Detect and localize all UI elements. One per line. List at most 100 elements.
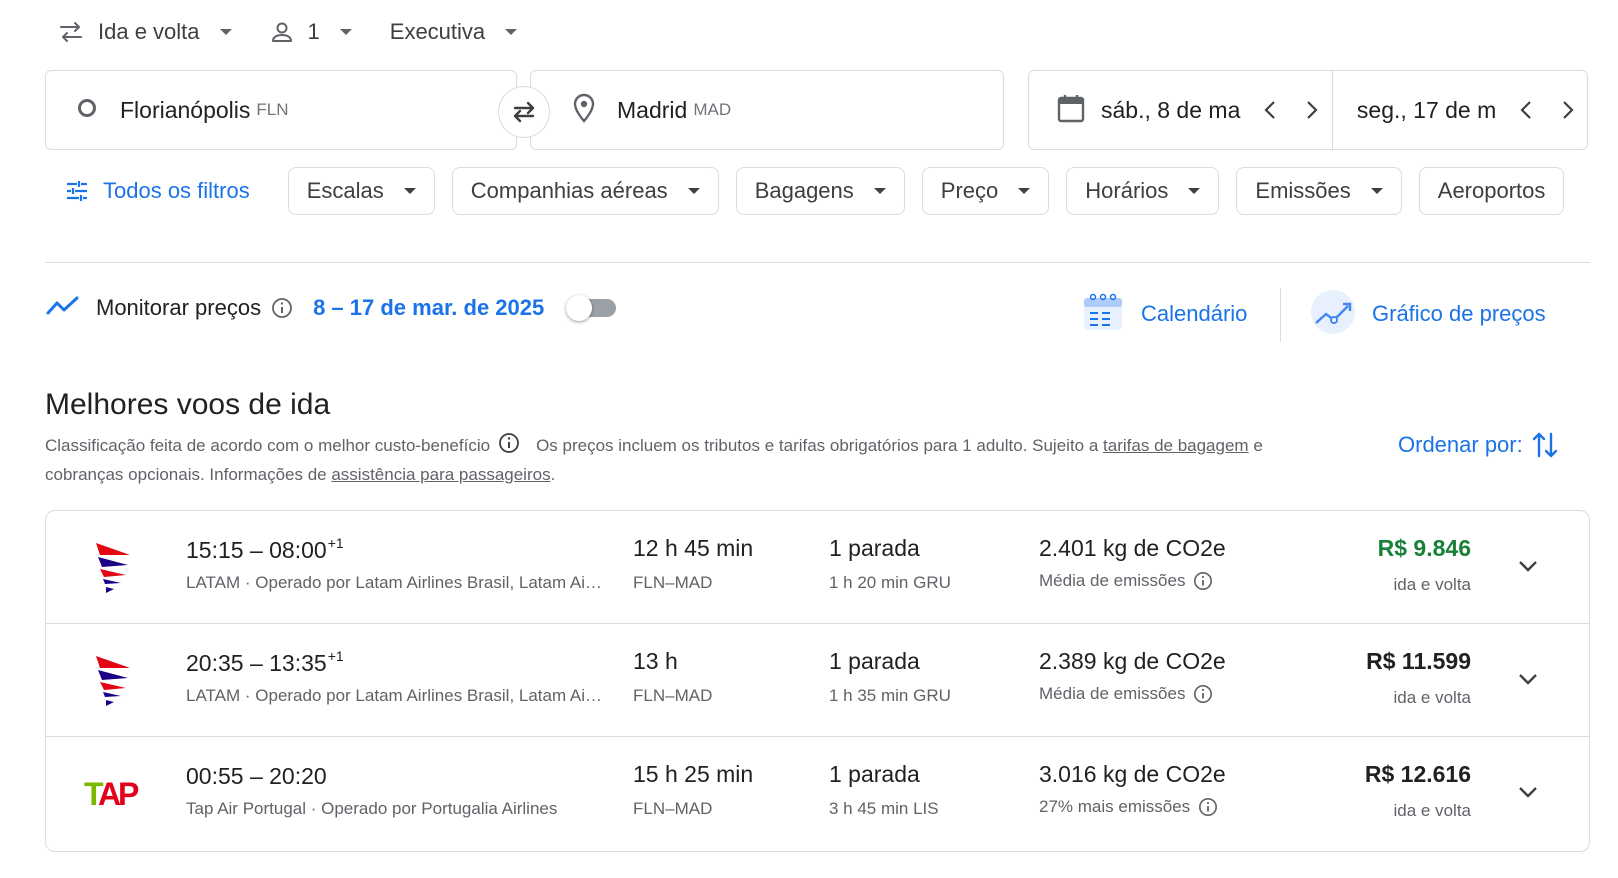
filter-chip-emissions[interactable]: Emissões <box>1236 167 1402 215</box>
flight-stops: 1 parada <box>829 535 920 561</box>
chevron-down-icon <box>873 188 886 194</box>
chevron-right-icon <box>1563 101 1574 119</box>
info-icon <box>1194 572 1213 590</box>
latam-logo-icon <box>84 652 142 708</box>
calendar-grid-icon <box>1081 290 1125 339</box>
price-type: ida e volta <box>1393 801 1472 820</box>
info-icon[interactable] <box>271 297 293 319</box>
next-date-button[interactable] <box>1297 95 1327 125</box>
airline-operator: LATAM · Operado por Latam Airlines Brasi… <box>186 573 606 592</box>
tap-logo-icon: TAP <box>84 765 142 821</box>
swap-locations-button[interactable] <box>498 86 550 138</box>
trip-type-select[interactable]: Ida e volta <box>58 19 232 45</box>
chip-label: Companhias aéreas <box>470 178 668 203</box>
chevron-down-icon <box>1370 188 1383 194</box>
day-offset: +1 <box>327 648 344 664</box>
flight-duration: 13 h <box>633 648 678 674</box>
departure-date-field[interactable]: sáb., 8 de mar. <box>1029 71 1333 149</box>
calendar-view-button[interactable]: Calendário <box>1081 286 1247 342</box>
ranking-note: Classificação feita de acordo com o melh… <box>45 436 491 455</box>
return-date: seg., 17 de mar. <box>1356 96 1497 123</box>
filter-chip-airports[interactable]: Aeroportos <box>1418 167 1565 215</box>
chip-label: Aeroportos <box>1437 178 1546 203</box>
return-date-field[interactable]: seg., 17 de mar. <box>1333 71 1587 149</box>
origin-city: Florianópolis <box>120 96 251 123</box>
all-filters-label: Todos os filtros <box>103 178 250 203</box>
passengers-select[interactable]: 1 <box>270 19 352 45</box>
flight-row[interactable]: TAP 00:55 – 20:20 Tap Air Portugal · Ope… <box>46 737 1589 850</box>
baggage-fees-link[interactable]: tarifas de bagagem <box>1103 436 1249 455</box>
flights-list: 15:15 – 08:00+1 LATAM · Operado por Lata… <box>45 510 1590 852</box>
results-description: Classificação feita de acordo com o melh… <box>45 432 1335 488</box>
sort-arrows-icon <box>1532 432 1557 458</box>
calendar-label: Calendário <box>1141 301 1248 326</box>
flight-emissions: 2.389 kg de CO2e <box>1039 648 1226 674</box>
emissions-note: Média de emissões <box>1039 571 1213 591</box>
track-prices-toggle[interactable] <box>566 293 618 323</box>
sort-button[interactable]: Ordenar por: <box>1398 430 1559 460</box>
origin-field[interactable]: Florianópolis FLN <box>45 70 517 150</box>
filter-chip-stops[interactable]: Escalas <box>287 167 435 215</box>
chevron-down-icon <box>687 188 700 194</box>
flight-route: FLN–MAD <box>633 573 713 592</box>
passenger-assistance-link[interactable]: assistência para passageiros <box>331 465 550 484</box>
filter-chip-times[interactable]: Horários <box>1066 167 1220 215</box>
price-graph-button[interactable]: Gráfico de preços <box>1310 286 1546 342</box>
sentence-end: . <box>550 465 556 484</box>
flight-price: R$ 9.846 <box>1377 535 1471 561</box>
stop-detail: 3 h 45 min LIS <box>829 799 939 818</box>
flight-times: 15:15 – 08:00+1 <box>186 535 344 563</box>
info-icon <box>1199 798 1218 816</box>
expand-button[interactable] <box>1511 549 1545 583</box>
next-return-date-button[interactable] <box>1553 95 1583 125</box>
prev-date-button[interactable] <box>1255 95 1285 125</box>
filter-chip-airlines[interactable]: Companhias aéreas <box>451 167 719 215</box>
price-type: ida e volta <box>1393 688 1472 707</box>
cabin-class-select[interactable]: Executiva <box>390 19 518 45</box>
flight-duration: 12 h 45 min <box>633 535 754 561</box>
chevron-down-icon <box>1519 561 1537 572</box>
flight-stops: 1 parada <box>829 761 920 787</box>
flight-row[interactable]: 20:35 – 13:35+1 LATAM · Operado por Lata… <box>46 624 1589 737</box>
latam-logo-icon <box>84 539 142 595</box>
chevron-left-icon <box>1520 101 1531 119</box>
chip-label: Emissões <box>1255 178 1351 203</box>
filter-chip-bags[interactable]: Bagagens <box>735 167 905 215</box>
destination-field[interactable]: Madrid MAD <box>530 70 1004 150</box>
sort-label: Ordenar por: <box>1398 432 1523 457</box>
chip-label: Bagagens <box>754 178 854 203</box>
departure-date: sáb., 8 de mar. <box>1101 96 1241 123</box>
all-filters-button[interactable]: Todos os filtros <box>65 178 250 204</box>
info-icon[interactable] <box>498 432 520 462</box>
origin-code: FLN <box>256 100 289 119</box>
departure-time: 00:55 <box>186 763 244 789</box>
passengers-count: 1 <box>307 19 320 44</box>
svg-text:P: P <box>118 776 139 812</box>
divider <box>45 262 1590 263</box>
departure-time: 20:35 <box>186 650 244 676</box>
expand-button[interactable] <box>1511 775 1545 809</box>
chevron-down-icon <box>1188 188 1201 194</box>
price-note: Os preços incluem os tributos e tarifas … <box>536 436 1099 455</box>
expand-button[interactable] <box>1511 662 1545 696</box>
arrival-time: 20:20 <box>269 763 327 789</box>
flight-times: 20:35 – 13:35+1 <box>186 648 344 676</box>
trip-type-label: Ida e volta <box>98 19 200 44</box>
track-prices-label: Monitorar preços <box>96 295 262 320</box>
departure-time: 15:15 <box>186 537 244 563</box>
airline-operator: LATAM · Operado por Latam Airlines Brasi… <box>186 686 606 705</box>
flight-stops: 1 parada <box>829 648 920 674</box>
chip-label: Escalas <box>306 178 384 203</box>
flight-row[interactable]: 15:15 – 08:00+1 LATAM · Operado por Lata… <box>46 511 1589 624</box>
tune-icon <box>67 181 87 201</box>
stop-detail: 1 h 35 min GRU <box>829 686 951 705</box>
prev-return-date-button[interactable] <box>1511 95 1541 125</box>
arrival-time: 13:35 <box>269 650 327 676</box>
trip-options-bar: Ida e volta 1 Executiva <box>58 14 555 50</box>
price-graph-icon <box>1310 289 1356 340</box>
chevron-down-icon <box>1018 188 1031 194</box>
chip-label: Horários <box>1085 178 1169 203</box>
info-icon <box>1194 685 1213 703</box>
filter-chip-price[interactable]: Preço <box>921 167 1050 215</box>
destination-code: MAD <box>693 100 732 119</box>
